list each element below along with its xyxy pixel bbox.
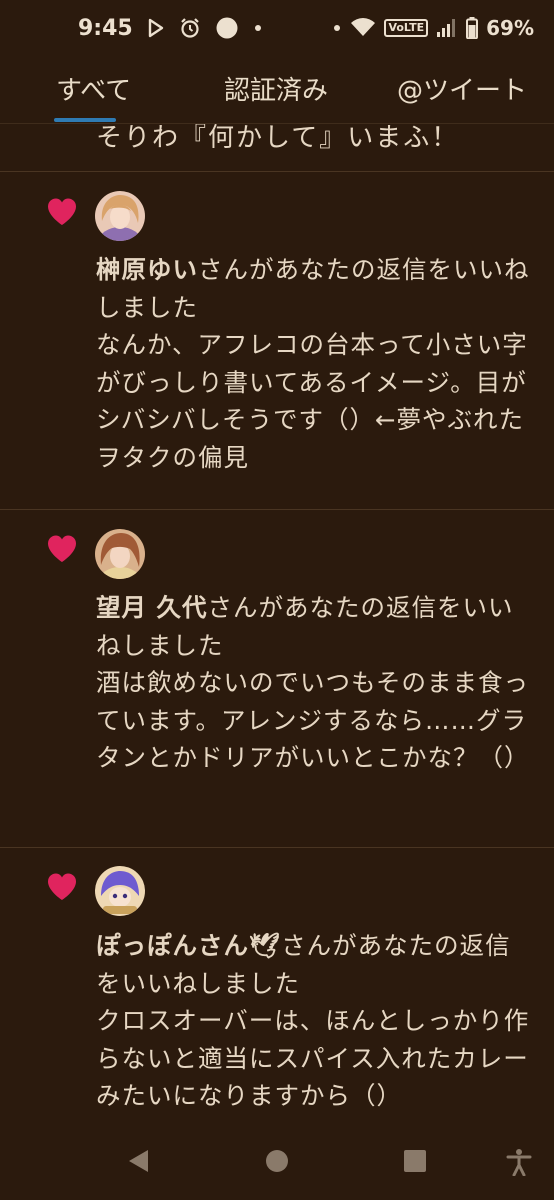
wifi-icon xyxy=(350,18,376,38)
app-notification-icon xyxy=(215,16,239,40)
like-notification[interactable]: 榊原ゆいさんがあなたの返信をいいねしました なんか、アフレコの台本って小さい字が… xyxy=(0,172,554,510)
notification-dot-icon xyxy=(332,23,342,33)
actor-name[interactable]: ぽっぽんさん🕊 xyxy=(96,931,281,960)
heart-icon xyxy=(46,534,78,564)
more-notifications-dot-icon xyxy=(253,23,263,33)
status-time: 9:45 xyxy=(78,15,133,41)
alarm-icon xyxy=(179,17,201,39)
battery-icon xyxy=(466,17,479,39)
actor-name[interactable]: 望月 久代 xyxy=(96,593,208,622)
heart-icon xyxy=(46,872,78,902)
liked-reply-text: なんか、アフレコの台本って小さい字がびっしり書いてあるイメージ。目がシバシバしそ… xyxy=(96,330,528,472)
tab-mentions[interactable]: @ツイート xyxy=(397,70,527,107)
list-item-partial[interactable]: そりわ『何かして』いまふ！ xyxy=(0,124,554,172)
accessibility-icon[interactable] xyxy=(506,1148,532,1180)
avatar[interactable] xyxy=(95,191,145,241)
system-navigation-bar xyxy=(0,1124,554,1200)
back-icon[interactable] xyxy=(126,1148,150,1178)
avatar[interactable] xyxy=(95,866,145,916)
partial-item-text: そりわ『何かして』いまふ！ xyxy=(96,124,460,153)
active-tab-indicator xyxy=(54,118,116,122)
liked-reply-text: 酒は飲めないのでいつもそのまま食っています。アレンジするなら……グラタンとかドリ… xyxy=(96,668,530,772)
actor-name[interactable]: 榊原ゆい xyxy=(96,255,198,284)
status-bar: 9:45 VoLTE 69% xyxy=(0,0,554,56)
notification-text: 榊原ゆいさんがあなたの返信をいいねしました なんか、アフレコの台本って小さい字が… xyxy=(96,251,532,476)
tab-all[interactable]: すべて xyxy=(56,70,131,107)
like-notification[interactable]: 望月 久代さんがあなたの返信をいいねしました 酒は飲めないのでいつもそのまま食っ… xyxy=(0,510,554,848)
notification-text: 望月 久代さんがあなたの返信をいいねしました 酒は飲めないのでいつもそのまま食っ… xyxy=(96,589,532,777)
tab-verified[interactable]: 認証済み xyxy=(224,70,328,107)
avatar[interactable] xyxy=(95,529,145,579)
like-notification[interactable]: ぽっぽんさん🕊さんがあなたの返信をいいねしました クロスオーバーは、ほんとしっか… xyxy=(0,848,554,1124)
heart-icon xyxy=(46,197,78,227)
notification-tabs: すべて 認証済み @ツイート xyxy=(0,56,554,124)
notification-text: ぽっぽんさん🕊さんがあなたの返信をいいねしました クロスオーバーは、ほんとしっか… xyxy=(96,927,532,1115)
volte-icon: VoLTE xyxy=(384,19,429,37)
notification-feed[interactable]: そりわ『何かして』いまふ！ 榊原ゆいさんがあなたの返信をいいねしました なんか、… xyxy=(0,124,554,1124)
recents-icon[interactable] xyxy=(403,1148,427,1178)
battery-percent: 69% xyxy=(486,16,534,40)
signal-icon xyxy=(436,18,458,38)
liked-reply-text: クロスオーバーは、ほんとしっかり作らないと適当にスパイス入れたカレーみたいになり… xyxy=(96,1006,530,1110)
play-store-icon xyxy=(147,18,165,38)
home-icon[interactable] xyxy=(265,1148,289,1178)
